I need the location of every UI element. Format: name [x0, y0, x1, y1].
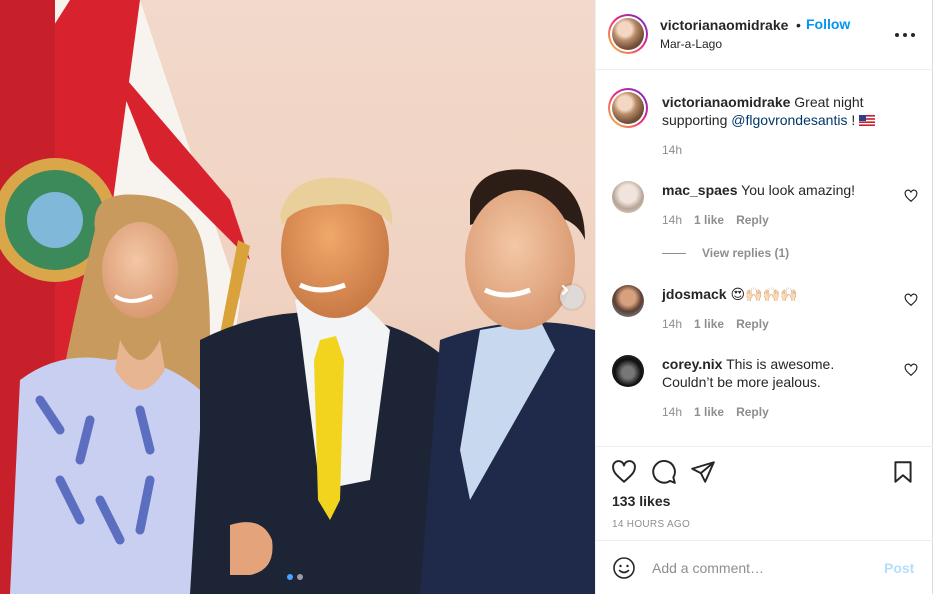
separator-dot: •: [796, 17, 801, 33]
post-timestamp[interactable]: 14 HOURS AGO: [612, 519, 690, 530]
caption-timestamp[interactable]: 14h: [662, 143, 682, 157]
post-actions: 133 likes 14 HOURS AGO: [596, 446, 933, 540]
comment-likes[interactable]: 1 like: [694, 213, 724, 227]
comment-text: You look amazing!: [741, 182, 856, 198]
commenter-avatar[interactable]: [612, 285, 644, 317]
caption-mention[interactable]: @flgovrondesantis: [731, 112, 847, 128]
view-replies-label: View replies (1): [702, 246, 790, 260]
comment-likes[interactable]: 1 like: [694, 405, 724, 419]
comment: corey.nix This is awesome. Couldn’t be m…: [662, 355, 862, 391]
author-avatar[interactable]: [608, 14, 648, 54]
carousel-indicator: [287, 574, 303, 580]
comment-meta: 14h 1 like Reply: [662, 317, 769, 331]
post-comment-button[interactable]: Post: [884, 560, 914, 576]
comment-icon[interactable]: [651, 459, 677, 485]
instagram-post: victorianaomidrake • Follow Mar-a-Lago v…: [0, 0, 933, 594]
comment-input[interactable]: [652, 557, 872, 579]
follow-button[interactable]: Follow: [806, 16, 850, 32]
comment-reply-button[interactable]: Reply: [736, 317, 769, 331]
caption-author-avatar[interactable]: [608, 88, 648, 128]
comment-timestamp[interactable]: 14h: [662, 405, 682, 419]
comment: mac_spaes You look amazing!: [662, 181, 892, 199]
post-photo[interactable]: [0, 0, 595, 594]
likes-count[interactable]: 133 likes: [612, 493, 670, 509]
comment-username[interactable]: mac_spaes: [662, 182, 738, 198]
caption-username[interactable]: victorianaomidrake: [662, 94, 790, 110]
heart-icon[interactable]: [904, 293, 918, 307]
share-icon[interactable]: [690, 459, 716, 485]
comment-username[interactable]: corey.nix: [662, 356, 722, 372]
carousel-next-button[interactable]: [560, 285, 584, 309]
commenter-avatar[interactable]: [612, 181, 644, 213]
replies-line: [662, 252, 686, 254]
more-options-icon[interactable]: [890, 22, 920, 46]
add-comment-bar: Post: [596, 540, 933, 594]
more-options-icon-graphic: [895, 33, 915, 37]
comment-meta: 14h 1 like Reply: [662, 405, 769, 419]
comment-username[interactable]: jdosmack: [662, 286, 727, 302]
post-caption: victorianaomidrake Great night supportin…: [662, 93, 912, 129]
author-username[interactable]: victorianaomidrake: [660, 17, 788, 33]
heart-icon[interactable]: [904, 363, 918, 377]
post-side-panel: victorianaomidrake • Follow Mar-a-Lago v…: [595, 0, 933, 594]
bookmark-icon[interactable]: [890, 459, 916, 485]
caption-text-end: !: [851, 112, 856, 128]
chevron-right-icon: [562, 285, 569, 295]
comment: jdosmack 😍🙌🏻🙌🏻🙌🏻: [662, 285, 892, 303]
post-location[interactable]: Mar-a-Lago: [660, 37, 722, 51]
commenter-avatar[interactable]: [612, 355, 644, 387]
comment-text: 😍🙌🏻🙌🏻🙌🏻: [730, 286, 798, 302]
post-header: victorianaomidrake • Follow Mar-a-Lago: [596, 0, 933, 70]
us-flag-emoji: [859, 115, 876, 126]
comment-timestamp[interactable]: 14h: [662, 317, 682, 331]
comment-reply-button[interactable]: Reply: [736, 213, 769, 227]
heart-icon[interactable]: [611, 459, 637, 485]
view-replies-button[interactable]: View replies (1): [662, 246, 789, 260]
heart-icon[interactable]: [904, 189, 918, 203]
comment-likes[interactable]: 1 like: [694, 317, 724, 331]
carousel-dot-active: [287, 574, 293, 580]
comment-meta: 14h 1 like Reply: [662, 213, 769, 227]
photo-illustration: [0, 0, 595, 594]
smiley-icon[interactable]: [612, 556, 636, 580]
carousel-dot: [297, 574, 303, 580]
comment-reply-button[interactable]: Reply: [736, 405, 769, 419]
comment-timestamp[interactable]: 14h: [662, 213, 682, 227]
